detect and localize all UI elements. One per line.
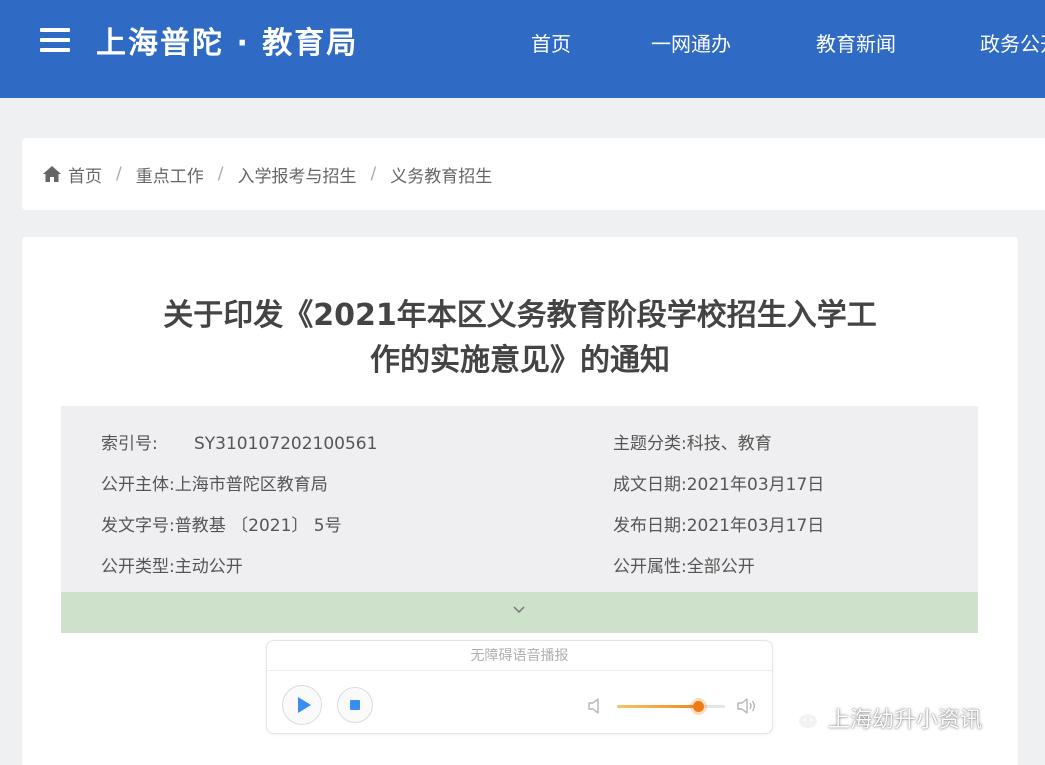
player-title: 无障碍语音播报 xyxy=(267,641,772,671)
chevron-down-icon xyxy=(513,606,525,614)
meta-label: 主题分类: xyxy=(613,434,687,454)
meta-label: 索引号: xyxy=(101,434,158,454)
breadcrumb-enrollment[interactable]: 入学报考与招生 xyxy=(237,162,356,187)
nav-item-home[interactable]: 首页 xyxy=(531,28,571,57)
meta-label: 公开主体: xyxy=(101,475,175,495)
play-icon xyxy=(298,697,311,713)
volume-slider-fill xyxy=(617,705,698,708)
article-title-line-1: 关于印发《2021年本区义务教育阶段学校招生入学工 xyxy=(163,298,877,333)
breadcrumb-home[interactable]: 首页 xyxy=(68,162,102,187)
meta-value: 主动公开 xyxy=(174,557,243,577)
meta-label: 发布日期: xyxy=(613,516,687,536)
breadcrumb-key-work[interactable]: 重点工作 xyxy=(136,162,204,187)
meta-value: 2021年03月17日 xyxy=(686,516,825,536)
volume-slider[interactable] xyxy=(617,701,725,712)
watermark-text: 上海幼升小资讯 xyxy=(828,708,983,733)
meta-value: 上海市普陀区教育局 xyxy=(174,475,328,495)
top-header: 上海普陀 · 教育局 首页 一网通办 教育新闻 政务公开 xyxy=(0,0,1045,98)
meta-publish-date: 发布日期:2021年03月17日 xyxy=(613,511,824,536)
meta-doc-no: 发文字号:普教基 〔2021〕 5号 xyxy=(101,511,342,536)
nav-item-education-news[interactable]: 教育新闻 xyxy=(816,28,896,57)
wechat-icon xyxy=(784,705,819,730)
meta-label: 成文日期: xyxy=(613,475,687,495)
stop-icon xyxy=(350,700,360,710)
stop-button[interactable] xyxy=(337,687,373,723)
volume-slider-knob[interactable] xyxy=(693,701,704,712)
meta-value: 科技、教育 xyxy=(686,434,772,454)
nav-item-government-affairs[interactable]: 政务公开 xyxy=(980,28,1045,57)
volume-high-icon[interactable] xyxy=(735,695,757,717)
wechat-watermark: 上海幼升小资讯 xyxy=(782,702,982,734)
meta-index-no: 索引号: SY310107202100561 xyxy=(101,429,377,454)
meta-label: 公开属性: xyxy=(613,557,687,577)
meta-written-date: 成文日期:2021年03月17日 xyxy=(613,470,824,495)
meta-value: 2021年03月17日 xyxy=(686,475,825,495)
meta-label: 公开类型: xyxy=(101,557,175,577)
meta-open-attr: 公开属性:全部公开 xyxy=(613,552,755,577)
accessibility-audio-player: 无障碍语音播报 xyxy=(266,640,773,734)
breadcrumb: 首页 / 重点工作 / 入学报考与招生 / 义务教育招生 xyxy=(22,138,1045,210)
article-title: 关于印发《2021年本区义务教育阶段学校招生入学工 作的实施意见》的通知 xyxy=(82,293,958,383)
home-icon xyxy=(43,166,61,182)
meta-publisher: 公开主体:上海市普陀区教育局 xyxy=(101,470,328,495)
meta-open-type: 公开类型:主动公开 xyxy=(101,552,243,577)
meta-label: 发文字号: xyxy=(101,516,175,536)
breadcrumb-separator: / xyxy=(116,164,122,184)
meta-value: 全部公开 xyxy=(686,557,755,577)
meta-subject: 主题分类:科技、教育 xyxy=(613,429,772,454)
nav-item-one-net[interactable]: 一网通办 xyxy=(651,28,731,57)
breadcrumb-compulsory-education[interactable]: 义务教育招生 xyxy=(390,162,492,187)
meta-expand-toggle[interactable] xyxy=(61,592,978,633)
volume-low-icon[interactable] xyxy=(585,695,607,717)
play-button[interactable] xyxy=(282,685,322,725)
meta-value: 普教基 〔2021〕 5号 xyxy=(174,516,342,536)
document-meta-panel: 索引号: SY310107202100561 主题分类:科技、教育 公开主体:上海… xyxy=(61,406,978,592)
breadcrumb-separator: / xyxy=(217,164,224,184)
meta-value: SY310107202100561 xyxy=(194,434,378,454)
main-nav: 首页 一网通办 教育新闻 政务公开 xyxy=(0,28,1045,58)
article-title-line-2: 作的实施意见》的通知 xyxy=(370,343,670,378)
breadcrumb-separator: / xyxy=(370,164,377,184)
article-card: 关于印发《2021年本区义务教育阶段学校招生入学工 作的实施意见》的通知 索引号… xyxy=(22,237,1018,765)
